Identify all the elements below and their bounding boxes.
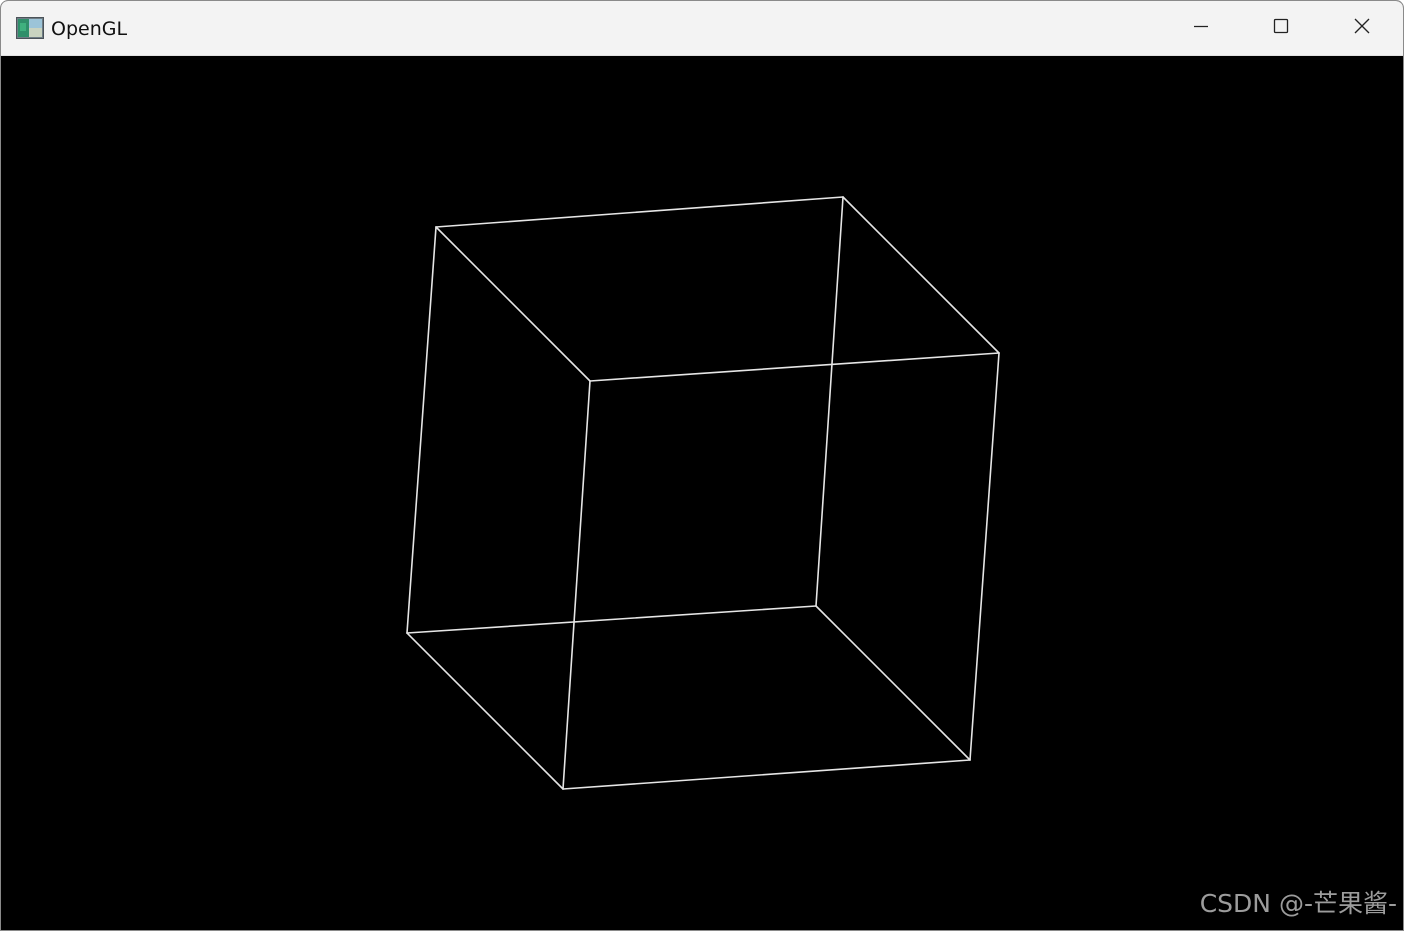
cube-edge xyxy=(815,196,844,607)
wireframe-cube xyxy=(406,196,1000,790)
opengl-app-icon xyxy=(16,17,44,39)
cube-edge xyxy=(435,196,844,228)
watermark: CSDN @-芒果酱- xyxy=(1199,889,1397,918)
maximize-button[interactable] xyxy=(1241,1,1321,55)
cube-edge xyxy=(562,380,591,790)
close-button[interactable] xyxy=(1322,1,1402,55)
cube-edge xyxy=(842,196,1000,354)
minimize-icon xyxy=(1192,17,1210,40)
cube-edge xyxy=(815,605,971,761)
opengl-viewport[interactable]: CSDN @-芒果酱- xyxy=(1,56,1403,930)
cube-edge xyxy=(969,352,1000,761)
close-icon xyxy=(1353,17,1371,40)
cube-edge xyxy=(406,226,437,634)
cube-edge xyxy=(435,226,591,382)
maximize-icon xyxy=(1272,17,1290,40)
opengl-window: OpenGL CSDN @-芒果酱- xyxy=(0,0,1404,931)
minimize-button[interactable] xyxy=(1161,1,1241,55)
title-bar[interactable]: OpenGL xyxy=(1,1,1403,56)
window-title: OpenGL xyxy=(51,18,128,40)
cube-edge xyxy=(562,759,971,790)
cube-edge xyxy=(406,632,564,790)
cube-edge xyxy=(406,605,817,634)
cube-edge xyxy=(589,352,1000,382)
